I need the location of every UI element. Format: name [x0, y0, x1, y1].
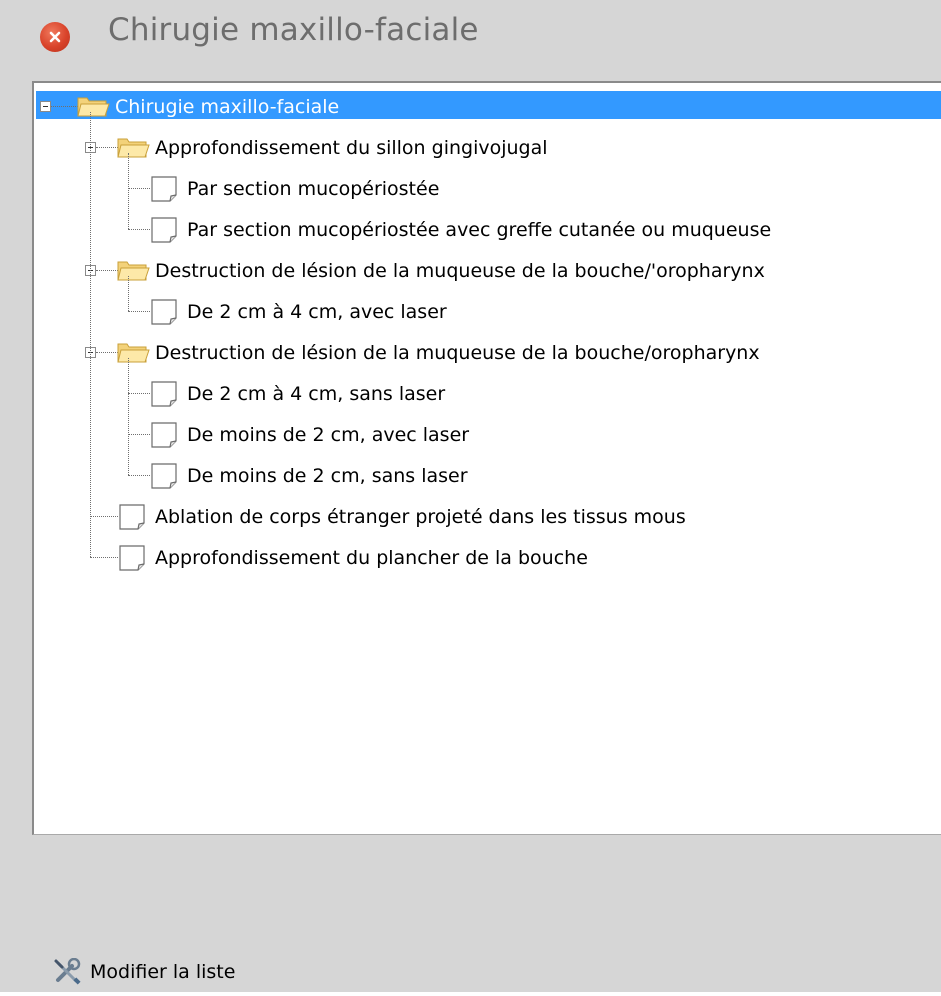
document-icon [148, 215, 184, 245]
tree-leaf-node[interactable]: De 2 cm à 4 cm, sans laser [148, 379, 448, 409]
tree-node-label: De moins de 2 cm, sans laser [187, 465, 468, 487]
tree-connector [90, 557, 118, 558]
tools-icon [52, 957, 90, 986]
tree-node-label: Destruction de lésion de la muqueuse de … [155, 342, 760, 364]
tree-leaf-node[interactable]: Ablation de corps étranger projeté dans … [116, 502, 689, 532]
tree-node-label: Par section mucopériostée [187, 178, 440, 200]
tree-group-node[interactable]: Approfondissement du sillon gingivojugal [116, 133, 551, 163]
tree-group-node[interactable]: Destruction de lésion de la muqueuse de … [116, 256, 768, 286]
tree-connector [90, 516, 118, 517]
tree-node-label: De moins de 2 cm, avec laser [187, 424, 470, 446]
tree-group-node[interactable]: Destruction de lésion de la muqueuse de … [116, 338, 763, 368]
folder-open-icon [116, 338, 152, 368]
tree-leaf-node[interactable]: Approfondissement du plancher de la bouc… [116, 543, 591, 573]
modify-list-label: Modifier la liste [90, 961, 236, 983]
tree-node-label: Approfondissement du sillon gingivojugal [155, 137, 548, 159]
folder-open-icon [116, 256, 152, 286]
close-button[interactable] [40, 22, 70, 52]
tree-root-node[interactable]: Chirugie maxillo-faciale [76, 92, 342, 122]
modify-list-button[interactable]: Modifier la liste [52, 957, 236, 986]
tree-connector [128, 229, 150, 230]
tree-connector [128, 434, 150, 435]
document-icon [148, 379, 184, 409]
document-icon [148, 420, 184, 450]
tree-node-label: Approfondissement du plancher de la bouc… [155, 547, 588, 569]
tree-node-label: Ablation de corps étranger projeté dans … [155, 506, 686, 528]
document-icon [148, 174, 184, 204]
tree-connector [90, 112, 91, 557]
document-icon [116, 502, 152, 532]
collapse-toggle[interactable] [40, 101, 51, 112]
tree-node-label: De 2 cm à 4 cm, sans laser [187, 383, 446, 405]
tree-connector [128, 311, 150, 312]
tree-node-label: Par section mucopériostée avec greffe cu… [187, 219, 772, 241]
tree-connector [128, 358, 129, 475]
document-icon [148, 461, 184, 491]
tree-leaf-node[interactable]: De 2 cm à 4 cm, avec laser [148, 297, 450, 327]
tree-connector [128, 276, 129, 311]
close-icon [49, 31, 61, 43]
tree-connector [128, 475, 150, 476]
tree-connector [128, 393, 150, 394]
folder-open-icon [76, 92, 112, 122]
window-header: Chirugie maxillo-faciale [0, 0, 941, 70]
tree-node-label: Destruction de lésion de la muqueuse de … [155, 260, 765, 282]
tree-node-label: De 2 cm à 4 cm, avec laser [187, 301, 447, 323]
tree-node-label: Chirugie maxillo-faciale [115, 96, 340, 118]
footer-divider [0, 992, 941, 996]
tree-leaf-node[interactable]: Par section mucopériostée [148, 174, 442, 204]
tree-leaf-node[interactable]: De moins de 2 cm, avec laser [148, 420, 472, 450]
tree-leaf-node[interactable]: De moins de 2 cm, sans laser [148, 461, 471, 491]
document-icon [148, 297, 184, 327]
tree-connector [128, 188, 150, 189]
tree-connector [128, 153, 129, 229]
folder-open-icon [116, 133, 152, 163]
window-title: Chirugie maxillo-faciale [108, 12, 479, 48]
tree-leaf-node[interactable]: Par section mucopériostée avec greffe cu… [148, 215, 774, 245]
document-icon [116, 543, 152, 573]
